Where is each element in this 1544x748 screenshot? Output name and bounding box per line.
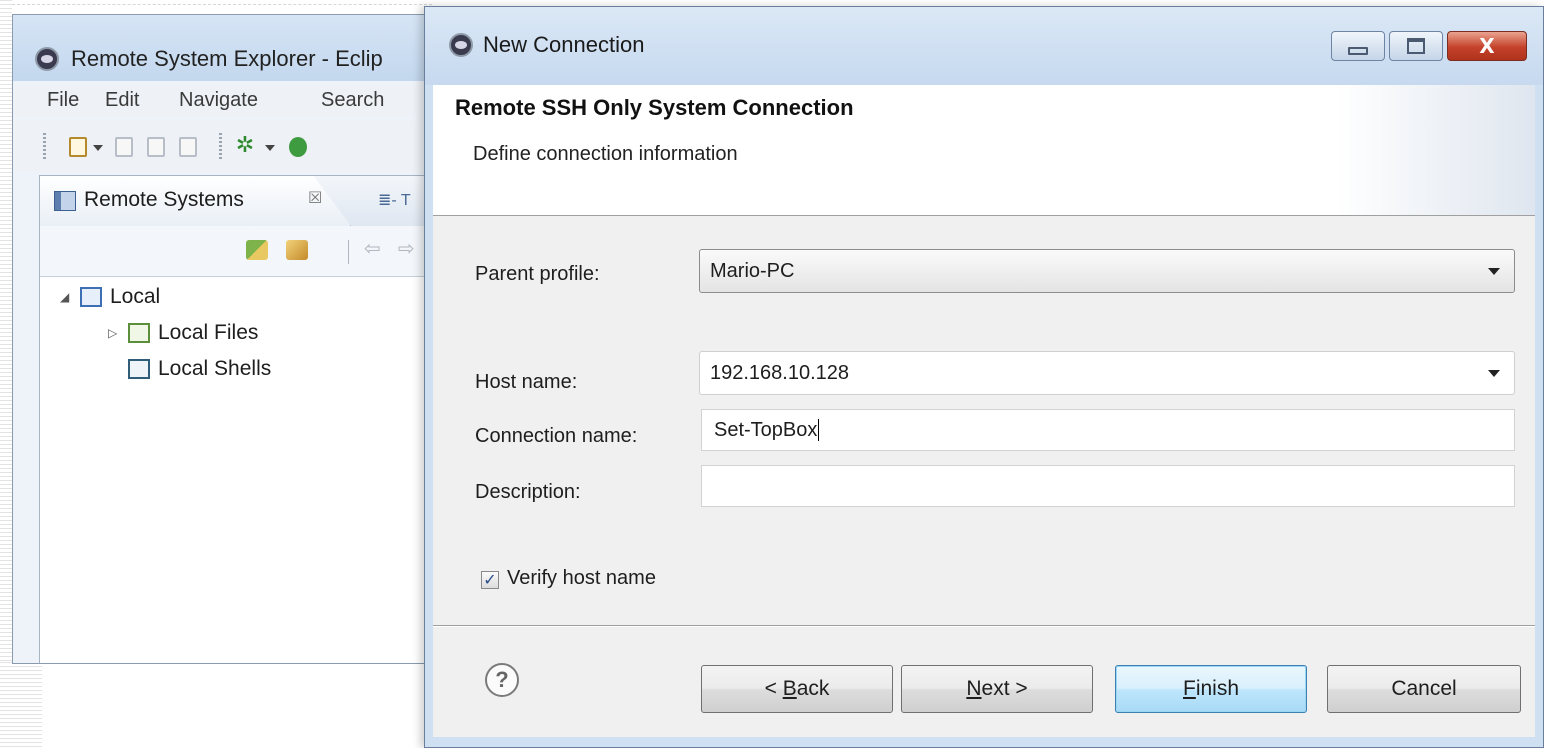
new-dropdown-arrow-icon[interactable] [93, 145, 103, 151]
chevron-down-icon[interactable] [1488, 267, 1500, 275]
connection-name-field[interactable]: Set-TopBox [701, 409, 1515, 451]
new-connection-icon[interactable] [246, 240, 268, 260]
tree-item-local[interactable]: ◢ Local [60, 282, 160, 312]
maximize-button[interactable] [1389, 31, 1443, 61]
debug-icon[interactable]: ✲ [233, 134, 257, 158]
save-all-icon[interactable] [147, 137, 165, 157]
toolbar-grip [43, 133, 46, 161]
host-name-label: Host name: [475, 371, 578, 393]
tree-item-local-files[interactable]: ▷ Local Files [108, 318, 258, 348]
back-button-mnemonic: B [782, 677, 797, 700]
connection-name-value: Set-TopBox [714, 418, 818, 441]
back-button-label: ack [796, 677, 830, 700]
parent-profile-value: Mario-PC [710, 259, 795, 282]
expand-arrow-icon[interactable]: ▷ [108, 326, 122, 340]
eclipse-menu-bar: File Edit Navigate Search [13, 85, 443, 117]
eclipse-window: Remote System Explorer - Eclip File Edit… [12, 14, 443, 664]
description-field[interactable] [701, 465, 1515, 507]
tab-team-icon[interactable]: ≣- T [378, 190, 411, 210]
wizard-page-description: Define connection information [473, 143, 738, 165]
host-name-value[interactable]: 192.168.10.128 [700, 362, 1488, 385]
back-button-prefix: < [764, 677, 783, 700]
tree-item-label: Local Shells [158, 357, 272, 380]
next-button-label: ext > [981, 677, 1028, 700]
save-icon[interactable] [115, 137, 133, 157]
button-bar-separator [433, 625, 1535, 627]
eclipse-toolbar: ✲ [13, 121, 443, 171]
page-margin-left [0, 0, 12, 748]
collapse-arrow-icon[interactable]: ◢ [60, 290, 74, 304]
remote-systems-icon [54, 191, 76, 211]
next-button[interactable]: Next > [901, 665, 1093, 713]
refresh-icon[interactable] [286, 240, 308, 260]
local-files-icon [128, 323, 150, 343]
menu-file[interactable]: File [47, 89, 79, 112]
verify-host-checkbox[interactable]: ✓ [481, 571, 499, 589]
wizard-page-title: Remote SSH Only System Connection [455, 95, 854, 120]
tree-item-label: Local [110, 285, 161, 308]
page-margin-bottom-left [0, 662, 42, 748]
maximize-icon [1407, 38, 1425, 54]
finish-button[interactable]: Finish [1115, 665, 1307, 713]
finish-button-label: inish [1195, 677, 1240, 700]
menu-edit[interactable]: Edit [105, 89, 139, 112]
tab-remote-systems-label: Remote Systems [84, 188, 244, 211]
dialog-body: Remote SSH Only System Connection Define… [433, 85, 1535, 737]
dialog-window-title: New Connection [483, 32, 645, 57]
cancel-button[interactable]: Cancel [1327, 665, 1521, 713]
toolbar-separator [348, 240, 349, 264]
page-margin-top [12, 4, 432, 5]
minimize-icon [1348, 47, 1368, 55]
eclipse-app-icon [449, 33, 473, 57]
new-icon[interactable] [69, 137, 87, 157]
eclipse-window-title: Remote System Explorer - Eclip [71, 46, 383, 71]
close-button[interactable]: X [1447, 31, 1527, 61]
verify-host-label[interactable]: Verify host name [507, 567, 656, 590]
parent-profile-dropdown[interactable]: Mario-PC [699, 249, 1515, 293]
back-nav-icon[interactable]: ⇦ [364, 236, 381, 260]
menu-navigate[interactable]: Navigate [179, 89, 258, 112]
cancel-button-label: Cancel [1391, 677, 1457, 700]
host-name-combo[interactable]: 192.168.10.128 [699, 351, 1515, 395]
local-system-icon [80, 287, 102, 307]
new-connection-dialog: New Connection X Remote SSH Only System … [424, 6, 1544, 748]
view-toolbar: ⇦ ⇨ [40, 226, 443, 277]
description-label: Description: [475, 481, 581, 503]
local-shells-icon [128, 359, 150, 379]
parent-profile-label: Parent profile: [475, 263, 600, 285]
help-icon[interactable]: ? [485, 663, 519, 697]
print-icon[interactable] [179, 137, 197, 157]
forward-nav-icon[interactable]: ⇨ [398, 236, 415, 260]
tab-close-icon[interactable]: ☒ [308, 188, 322, 207]
finish-button-mnemonic: F [1182, 677, 1196, 700]
tree-item-label: Local Files [158, 321, 259, 344]
toolbar-grip [219, 133, 222, 161]
next-button-mnemonic: N [966, 677, 982, 700]
dialog-title-bar: New Connection X [425, 7, 1543, 85]
wizard-header: Remote SSH Only System Connection Define… [433, 85, 1535, 216]
menu-search[interactable]: Search [321, 89, 384, 112]
minimize-button[interactable] [1331, 31, 1385, 61]
view-tab-bar: Remote Systems ☒ ≣- T [40, 176, 443, 227]
back-button[interactable]: < Back [701, 665, 893, 713]
text-caret [818, 419, 820, 441]
eclipse-title-bar: Remote System Explorer - Eclip [13, 15, 443, 81]
tree-item-local-shells[interactable]: Local Shells [128, 354, 271, 384]
debug-dropdown-arrow-icon[interactable] [265, 145, 275, 151]
connection-name-label: Connection name: [475, 425, 638, 447]
tab-remote-systems[interactable]: Remote Systems ☒ [40, 176, 351, 226]
eclipse-app-icon [35, 47, 59, 71]
close-icon: X [1479, 34, 1495, 58]
run-icon[interactable] [289, 137, 307, 157]
chevron-down-icon[interactable] [1488, 369, 1500, 377]
remote-systems-view: Remote Systems ☒ ≣- T ⇦ ⇨ ◢ Local ▷ Loca… [39, 175, 443, 663]
